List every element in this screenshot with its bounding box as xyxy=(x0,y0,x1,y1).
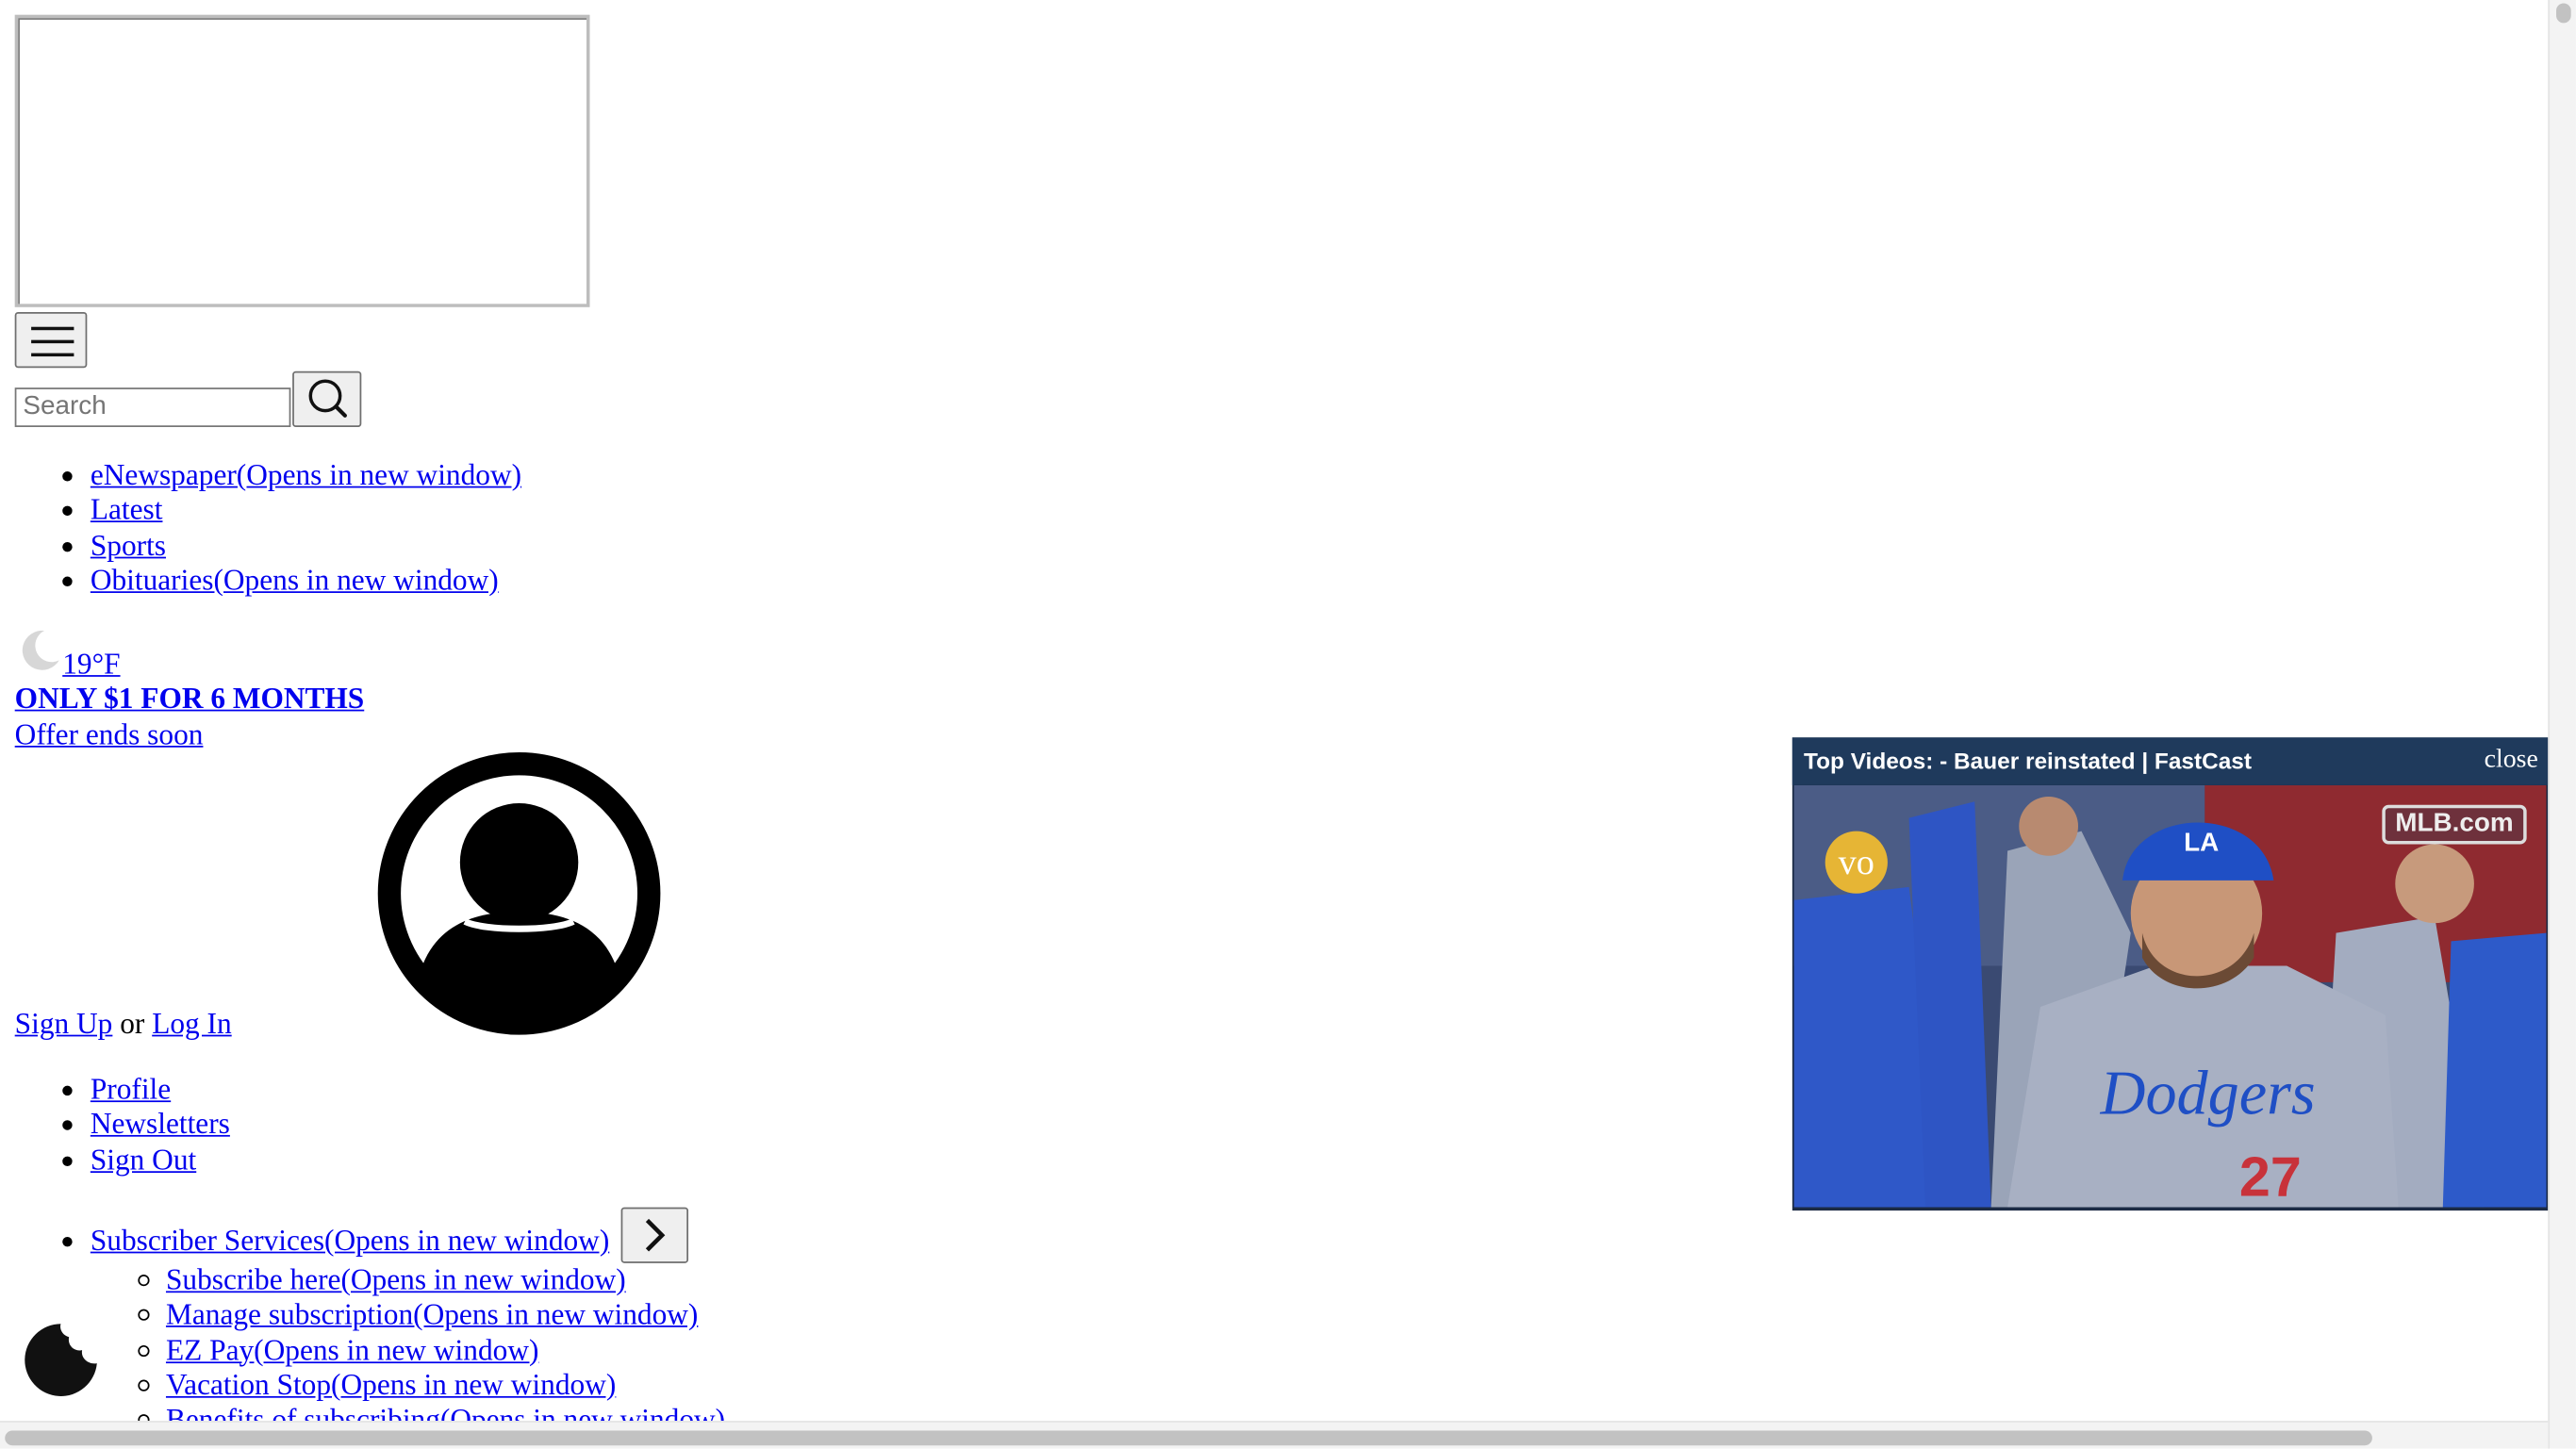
vertical-scrollbar-thumb[interactable] xyxy=(2556,3,2571,24)
moon-icon xyxy=(22,630,59,670)
video-title: Top Videos: - Bauer reinstated | FastCas… xyxy=(1804,747,2252,774)
browser-viewport: eNewspaper(Opens in new window) Latest S… xyxy=(0,0,2576,1449)
video-close-button[interactable]: close xyxy=(2485,746,2538,775)
auth-or-text: or xyxy=(120,1007,145,1040)
profile-link[interactable]: Profile xyxy=(91,1073,171,1106)
nav-link-sports[interactable]: Sports xyxy=(91,528,166,561)
hamburger-menu-button[interactable] xyxy=(14,312,88,369)
cap-logo: LA xyxy=(2184,828,2219,857)
auth-links: Sign Up or Log In xyxy=(15,1007,232,1042)
nav-item-enewspaper: eNewspaper(Opens in new window) xyxy=(15,458,521,493)
video-frame[interactable]: LA Dodgers 27 vo MLB.com xyxy=(1793,784,2547,1208)
submenu-item-ezpay: EZ Pay(Opens in new window) xyxy=(15,1333,725,1368)
video-vo-badge[interactable]: vo xyxy=(1825,831,1888,894)
subscriber-services-menu: Subscriber Services(Opens in new window) xyxy=(15,1224,609,1259)
vertical-scrollbar[interactable] xyxy=(2548,0,2576,1449)
vacation-stop-link[interactable]: Vacation Stop(Opens in new window) xyxy=(166,1368,616,1401)
nav-item-latest: Latest xyxy=(15,493,521,528)
video-thumbnail: LA Dodgers 27 xyxy=(1793,784,2547,1208)
expand-subscriber-services-button[interactable] xyxy=(620,1207,689,1263)
search-icon xyxy=(308,379,347,418)
jersey-text: Dodgers xyxy=(2100,1059,2316,1128)
mlb-watermark: MLB.com xyxy=(2382,804,2527,845)
search-input[interactable] xyxy=(14,387,291,427)
subscriber-services-link[interactable]: Subscriber Services(Opens in new window) xyxy=(91,1224,609,1257)
submenu-item-subscribe: Subscribe here(Opens in new window) xyxy=(15,1263,725,1298)
search-button[interactable] xyxy=(292,370,362,427)
nav-item-obituaries: Obituaries(Opens in new window) xyxy=(15,563,521,598)
jersey-number: 27 xyxy=(2239,1144,2302,1207)
main-nav: eNewspaper(Opens in new window) Latest S… xyxy=(15,458,521,598)
ad-frame xyxy=(14,14,590,307)
sign-out-link[interactable]: Sign Out xyxy=(91,1143,196,1176)
nav-link-obituaries[interactable]: Obituaries(Opens in new window) xyxy=(91,563,499,596)
account-item-profile: Profile xyxy=(15,1073,230,1108)
nav-item-sports: Sports xyxy=(15,528,521,563)
nav-link-latest[interactable]: Latest xyxy=(91,493,163,526)
video-player[interactable]: Top Videos: - Bauer reinstated | FastCas… xyxy=(1792,737,2549,1211)
sign-up-link[interactable]: Sign Up xyxy=(15,1007,113,1040)
account-menu: Profile Newsletters Sign Out xyxy=(15,1073,230,1177)
manage-subscription-link[interactable]: Manage subscription(Opens in new window) xyxy=(166,1298,698,1331)
subscriber-services-item: Subscriber Services(Opens in new window) xyxy=(15,1224,609,1259)
subscribe-here-link[interactable]: Subscribe here(Opens in new window) xyxy=(166,1263,626,1296)
weather-temperature-link[interactable]: 19°F xyxy=(62,647,120,682)
log-in-link[interactable]: Log In xyxy=(152,1007,232,1040)
subscriber-services-submenu: Subscribe here(Opens in new window) Mana… xyxy=(15,1263,725,1439)
promo-offer-link[interactable]: ONLY $1 FOR 6 MONTHS xyxy=(15,682,365,716)
chevron-right-icon xyxy=(645,1218,666,1252)
horizontal-scrollbar[interactable] xyxy=(0,1421,2549,1449)
video-header: Top Videos: - Bauer reinstated | FastCas… xyxy=(1792,737,2549,785)
submenu-item-manage: Manage subscription(Opens in new window) xyxy=(15,1298,725,1333)
nav-link-enewspaper[interactable]: eNewspaper(Opens in new window) xyxy=(91,458,521,491)
user-avatar-icon[interactable] xyxy=(376,750,662,1036)
account-item-sign-out: Sign Out xyxy=(15,1143,230,1177)
promo-ends-link[interactable]: Offer ends soon xyxy=(15,717,204,752)
account-item-newsletters: Newsletters xyxy=(15,1108,230,1143)
newsletters-link[interactable]: Newsletters xyxy=(91,1108,230,1141)
horizontal-scrollbar-thumb[interactable] xyxy=(5,1430,2372,1446)
submenu-item-vacation: Vacation Stop(Opens in new window) xyxy=(15,1368,725,1403)
cookie-settings-icon[interactable] xyxy=(23,1323,98,1398)
ez-pay-link[interactable]: EZ Pay(Opens in new window) xyxy=(166,1333,538,1366)
